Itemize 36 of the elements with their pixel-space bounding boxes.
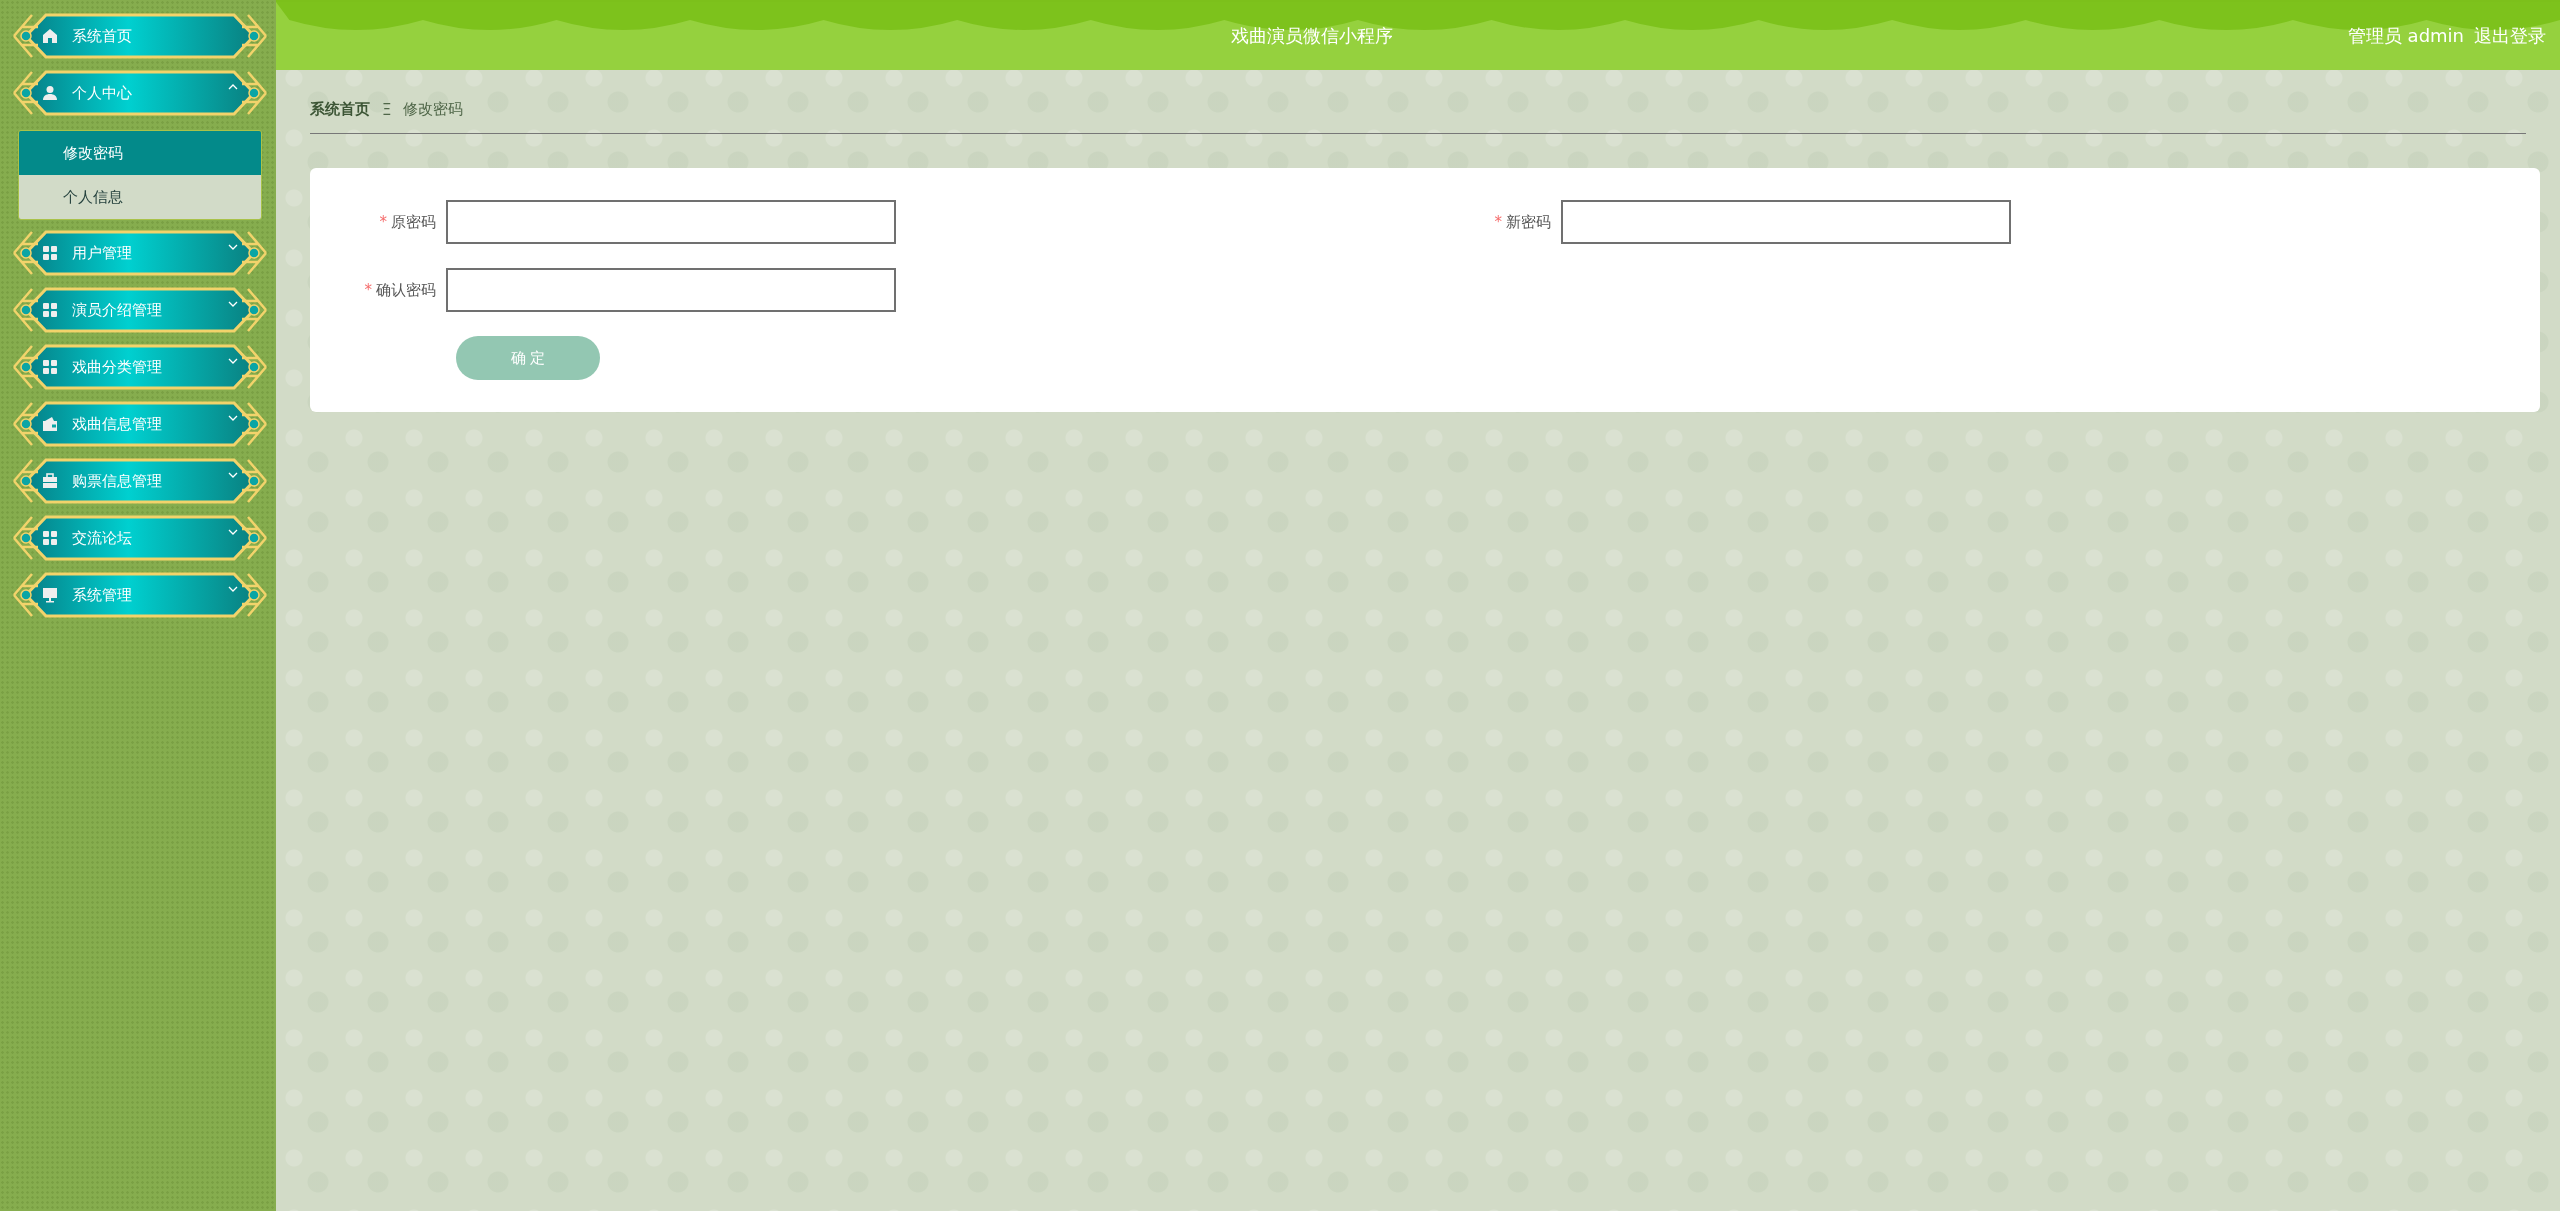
logout-link[interactable]: 退出登录	[2474, 24, 2546, 48]
required-mark: *	[364, 280, 372, 299]
menu-item[interactable]: 用户管理	[12, 229, 268, 277]
menu-item[interactable]: 个人中心	[12, 69, 268, 117]
menu-item[interactable]: 系统管理	[12, 571, 268, 619]
required-mark: *	[379, 212, 387, 231]
breadcrumb-item[interactable]: 系统首页	[310, 100, 370, 119]
menu-item[interactable]: 系统首页	[12, 12, 268, 60]
briefcase-icon	[42, 473, 58, 489]
grid-icon	[42, 530, 58, 546]
password-field[interactable]	[1561, 200, 2011, 244]
user-name: 管理员 admin	[2347, 24, 2464, 48]
menu-item[interactable]: 购票信息管理	[12, 457, 268, 505]
menu-item[interactable]: 交流论坛	[12, 514, 268, 562]
submenu-item[interactable]: 修改密码	[19, 131, 261, 175]
user-icon	[42, 85, 58, 101]
grid-icon	[42, 245, 58, 261]
grid-icon	[42, 359, 58, 375]
field-label: 新密码	[1506, 212, 1551, 231]
home-icon	[42, 28, 58, 44]
password-field[interactable]	[446, 200, 896, 244]
field-label: 确认密码	[376, 280, 436, 299]
monitor-icon	[42, 587, 58, 603]
breadcrumb-item: 修改密码	[403, 100, 464, 119]
grid-icon	[42, 302, 58, 318]
menu-item[interactable]: 戏曲信息管理	[12, 400, 268, 448]
menu-item[interactable]: 戏曲分类管理	[12, 343, 268, 391]
confirm-button[interactable]: 确 定	[456, 336, 600, 380]
app-title: 戏曲演员微信小程序	[1229, 24, 1394, 48]
password-field[interactable]	[446, 268, 896, 312]
wallet-icon	[42, 416, 58, 432]
submenu-item[interactable]: 个人信息	[19, 175, 261, 219]
required-mark: *	[1494, 212, 1502, 231]
breadcrumb-separator: Ξ	[382, 100, 392, 119]
menu-item[interactable]: 演员介绍管理	[12, 286, 268, 334]
field-label: 原密码	[391, 212, 436, 231]
